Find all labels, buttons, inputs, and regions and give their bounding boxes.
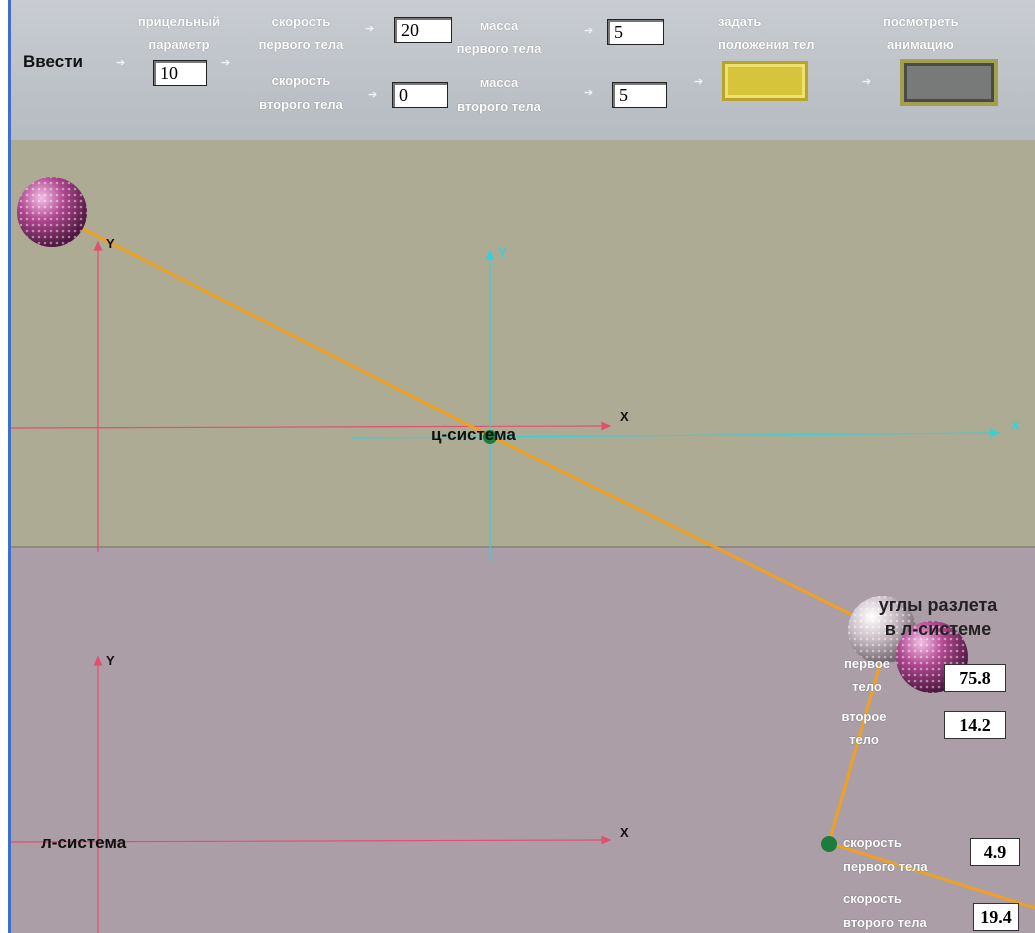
angles-heading-1: углы разлета: [878, 595, 998, 615]
lab-axes-bottom: [10, 655, 612, 933]
angles-heading-2: в л-системе: [884, 619, 992, 639]
second-body-label-2: тело: [849, 732, 879, 747]
first-body-angle-value: 75.8: [944, 664, 1006, 692]
first-body-label-1: первое: [843, 656, 890, 671]
cm-system-label: ц-система: [431, 425, 516, 444]
cm-x-label: X: [1011, 418, 1020, 433]
second-body-angle-value: 14.2: [944, 711, 1006, 739]
lab-y-label-bottom: Y: [106, 653, 115, 668]
lab-y-label-top: Y: [106, 236, 115, 251]
speed-out-1-label-2: первого тела: [843, 859, 928, 874]
lab-system-label: л-система: [41, 833, 127, 852]
cm-y-label: Y: [498, 245, 507, 260]
lab-x-label-top: X: [620, 409, 629, 424]
cm-axes: [351, 249, 1001, 562]
trajectory-lines: [50, 211, 1035, 910]
first-body-label-2: тело: [852, 679, 882, 694]
ball-left: [17, 177, 87, 247]
speed-out-2-label-1: скорость: [843, 891, 902, 906]
scene-graphics: [10, 177, 1035, 933]
second-body-label-1: второе: [841, 709, 887, 724]
app-window: Ввести ➔ прицельный параметр ➔ скорость …: [0, 0, 1035, 933]
lab-axes-top: [10, 240, 612, 552]
lab-x-label-bottom: X: [620, 825, 629, 840]
speed-out-2-label-2: второго тела: [843, 915, 927, 930]
speed-out-1-label-1: скорость: [843, 835, 902, 850]
collision-point-dot: [821, 836, 837, 852]
speed-out-2-value: 19.4: [973, 903, 1019, 931]
speed-out-1-value: 4.9: [970, 838, 1020, 866]
